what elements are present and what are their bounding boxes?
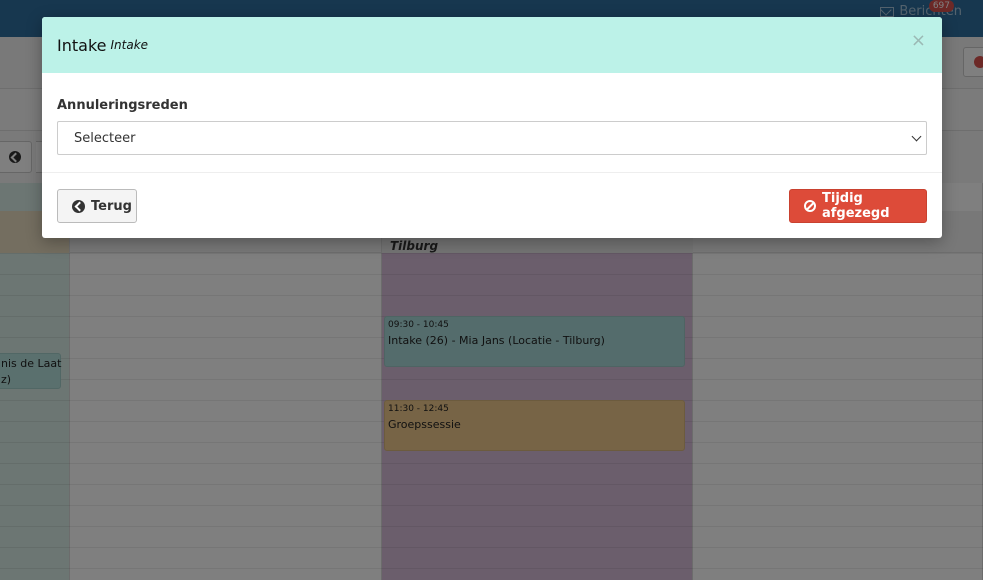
modal-title: Intake <box>57 35 107 55</box>
cancel-appointment-modal: Intake Intake × Annuleringsreden Selecte… <box>42 17 942 238</box>
cancel-reason-label: Annuleringsreden <box>57 98 188 113</box>
ban-icon <box>804 200 816 212</box>
modal-footer: Terug Tijdig afgezegd <box>42 173 942 237</box>
cancel-reason-select[interactable]: Selecteer <box>57 121 927 155</box>
close-icon[interactable]: × <box>911 31 926 51</box>
cancelled-in-time-button[interactable]: Tijdig afgezegd <box>789 189 927 223</box>
arrow-circle-left-icon <box>72 199 85 213</box>
chevron-down-icon <box>911 131 922 142</box>
back-button[interactable]: Terug <box>57 189 137 223</box>
cancelled-in-time-label: Tijdig afgezegd <box>822 191 890 221</box>
modal-body: Annuleringsreden Selecteer <box>42 73 942 173</box>
back-button-label: Terug <box>91 198 132 214</box>
modal-subtitle: Intake <box>110 38 149 52</box>
select-value: Selecteer <box>74 130 136 146</box>
modal-header: Intake Intake × <box>42 17 942 73</box>
